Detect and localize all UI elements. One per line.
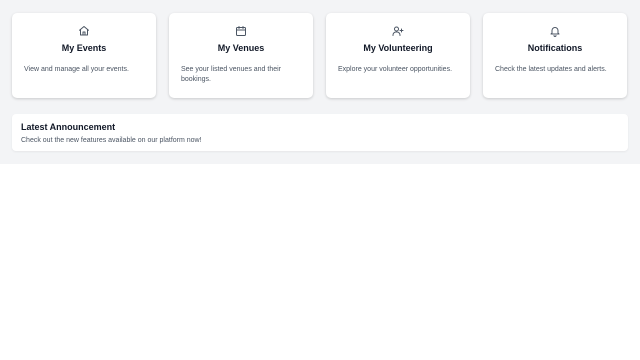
card-title: My Venues <box>217 43 265 53</box>
my-events-card[interactable]: My Events View and manage all your event… <box>12 13 156 98</box>
feature-cards: My Events View and manage all your event… <box>12 13 628 98</box>
card-description: See your listed venues and their booking… <box>181 66 282 83</box>
notifications-card[interactable]: Notifications Check the latest updates a… <box>483 13 627 98</box>
card-description: Check the latest updates and alerts. <box>495 66 607 73</box>
bell-icon <box>483 24 627 38</box>
card-description: Explore your volunteer opportunities. <box>338 66 453 73</box>
card-title: Notifications <box>527 43 583 53</box>
card-description: View and manage all your events. <box>24 66 129 73</box>
announcement-title: Latest Announcement <box>21 122 116 132</box>
home-icon <box>12 24 156 38</box>
card-title: My Volunteering <box>363 43 433 53</box>
card-title: My Events <box>61 43 107 53</box>
latest-announcement-panel: Latest Announcement Check out the new fe… <box>12 114 628 151</box>
my-volunteering-card[interactable]: My Volunteering Explore your volunteer o… <box>326 13 470 98</box>
dashboard: My Events View and manage all your event… <box>0 0 640 164</box>
calendar-icon <box>169 24 313 38</box>
announcement-text: Check out the new features available on … <box>21 137 202 144</box>
my-venues-card[interactable]: My Venues See your listed venues and the… <box>169 13 313 98</box>
user-plus-icon <box>326 24 470 38</box>
